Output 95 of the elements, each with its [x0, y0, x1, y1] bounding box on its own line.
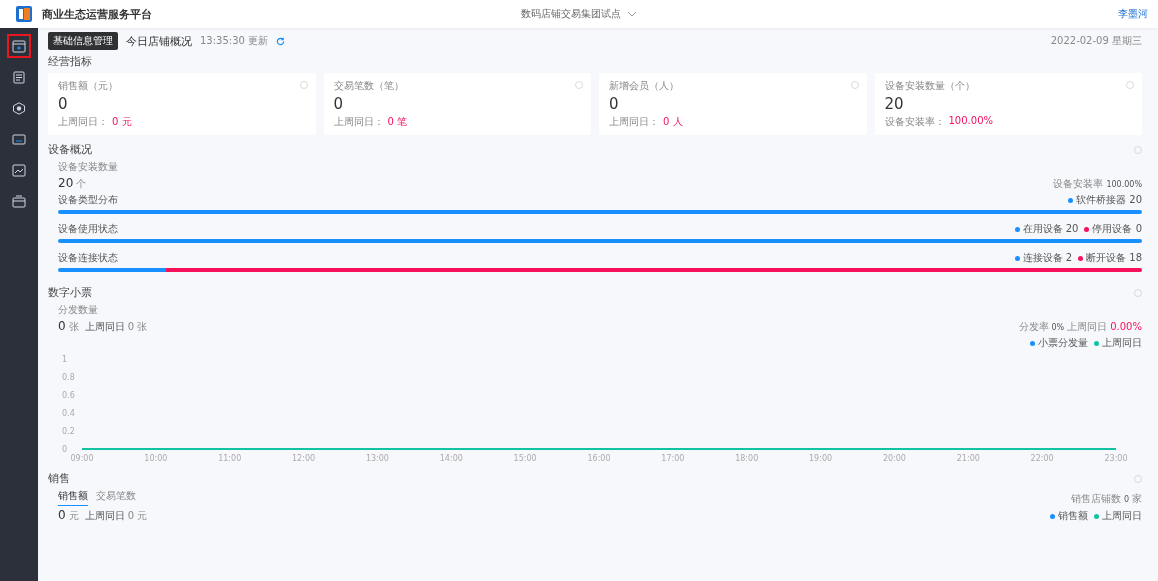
tab[interactable]: 交易笔数 — [96, 489, 136, 506]
legend-label: 上周同日 — [1102, 336, 1142, 350]
stores-label: 销售店铺数 — [1070, 492, 1121, 506]
compare-label: 设备安装率： — [884, 115, 945, 129]
axis-label: 0.2 — [62, 427, 75, 436]
refresh-icon[interactable] — [276, 36, 286, 46]
section-title: 今日店铺概况 — [126, 33, 192, 49]
bar-label: 设备类型分布 — [58, 193, 118, 207]
compare-label: 上周同日 — [84, 320, 125, 334]
compare-label: 上周同日： — [333, 115, 384, 129]
axis-label: 0.8 — [62, 373, 75, 382]
unit-text: 家 — [1132, 492, 1142, 506]
unit-text: 个 — [76, 177, 87, 191]
axis-label: 15:00 — [513, 454, 537, 463]
kpi-label: 新增会员（人） — [609, 79, 679, 93]
unit-text: 元 — [137, 509, 147, 523]
axis-label: 19:00 — [809, 454, 833, 463]
chevron-down-icon — [627, 11, 637, 17]
legend-label: 上周同日 — [1102, 509, 1142, 523]
count-label: 设备安装数量 — [58, 160, 119, 174]
box-icon — [12, 194, 26, 208]
axis-label: 0.4 — [62, 409, 75, 418]
compare-value: 0 元 — [112, 115, 132, 129]
card-icon — [12, 132, 26, 146]
bar-label: 设备连接状态 — [58, 251, 118, 265]
legend-label: 软件桥接器 20 — [1076, 193, 1142, 207]
store-selector[interactable]: 数码店铺交易集团试点 — [515, 6, 643, 22]
kpi-label: 销售额（元） — [58, 79, 118, 93]
device-count: 20 — [58, 176, 74, 190]
bar-label: 设备使用状态 — [58, 222, 118, 236]
section-title: 数字小票 — [48, 285, 92, 300]
chart-icon — [12, 163, 26, 177]
axis-label: 1 — [62, 355, 68, 364]
compare-label: 上周同日 — [84, 509, 125, 523]
axis-label: 17:00 — [661, 454, 685, 463]
legend-label: 连接设备 2 — [1022, 251, 1073, 265]
axis-label: 13:00 — [365, 454, 389, 463]
axis-label: 23:00 — [1104, 454, 1128, 463]
compare-value: 0.00% — [1110, 321, 1142, 332]
rate-label: 分发率 — [1018, 320, 1049, 334]
legend-label: 停用设备 0 — [1092, 222, 1142, 236]
compare-label: 上周同日 — [1067, 320, 1108, 334]
kpi-label: 设备安装数量（个） — [884, 79, 975, 93]
compare-value: 0 笔 — [387, 115, 408, 129]
axis-label: 12:00 — [292, 454, 316, 463]
axis-label: 09:00 — [70, 454, 94, 463]
logo-icon — [16, 6, 32, 22]
kpi-label: 交易笔数（笔） — [333, 79, 404, 93]
user-link[interactable]: 李墨河 — [1118, 7, 1148, 21]
receipt-count: 0 — [58, 319, 66, 333]
compare-value: 100.00% — [948, 115, 993, 128]
compare-value: 0 — [127, 510, 134, 521]
legend-label: 销售额 — [1058, 509, 1088, 523]
kpi-value: 0 — [333, 95, 345, 113]
unit-text: 元 — [68, 509, 79, 523]
document-icon — [12, 70, 26, 84]
section-title: 销售 — [48, 471, 70, 486]
axis-label: 16:00 — [587, 454, 611, 463]
axis-label: 0.6 — [62, 391, 75, 400]
section-title: 设备概况 — [48, 142, 92, 157]
section-title: 经营指标 — [48, 54, 93, 69]
sales-value: 0 — [58, 508, 66, 522]
axis-label: 22:00 — [1030, 454, 1054, 463]
browser-icon — [12, 39, 26, 53]
tooltip: 基础信息管理 — [48, 32, 118, 50]
axis-label: 20:00 — [882, 454, 906, 463]
hexagon-icon — [12, 101, 26, 115]
compare-value: 0 — [127, 321, 134, 332]
unit-text: 张 — [68, 320, 79, 334]
axis-label: 0 — [62, 445, 68, 454]
date-text: 2022-02-09 星期三 — [1050, 34, 1142, 48]
axis-label: 14:00 — [439, 454, 463, 463]
count-label: 分发数量 — [58, 303, 99, 317]
compare-value: 0 人 — [663, 115, 683, 129]
rate-value: 0% — [1051, 323, 1065, 332]
rate-label: 设备安装率 — [1053, 177, 1104, 191]
axis-label: 10:00 — [144, 454, 168, 463]
legend-label: 在用设备 20 — [1022, 222, 1079, 236]
axis-label: 18:00 — [735, 454, 759, 463]
compare-label: 上周同日： — [58, 115, 108, 129]
stores-value: 0 — [1123, 495, 1129, 504]
axis-label: 21:00 — [956, 454, 980, 463]
kpi-value: 20 — [884, 95, 905, 113]
sidebar-item[interactable] — [7, 34, 31, 58]
kpi-value: 0 — [58, 95, 69, 113]
tab[interactable]: 销售额 — [58, 489, 88, 506]
legend-label: 小票分发量 — [1038, 336, 1088, 350]
kpi-value: 0 — [609, 95, 620, 113]
compare-label: 上周同日： — [609, 115, 659, 129]
legend-label: 断开设备 18 — [1086, 251, 1142, 265]
update-time: 13:35:30 更新 — [200, 34, 269, 48]
axis-label: 11:00 — [218, 454, 242, 463]
unit-text: 张 — [137, 320, 147, 334]
app-title: 商业生态运营服务平台 — [42, 6, 152, 22]
rate-value: 100.00% — [1106, 180, 1142, 189]
